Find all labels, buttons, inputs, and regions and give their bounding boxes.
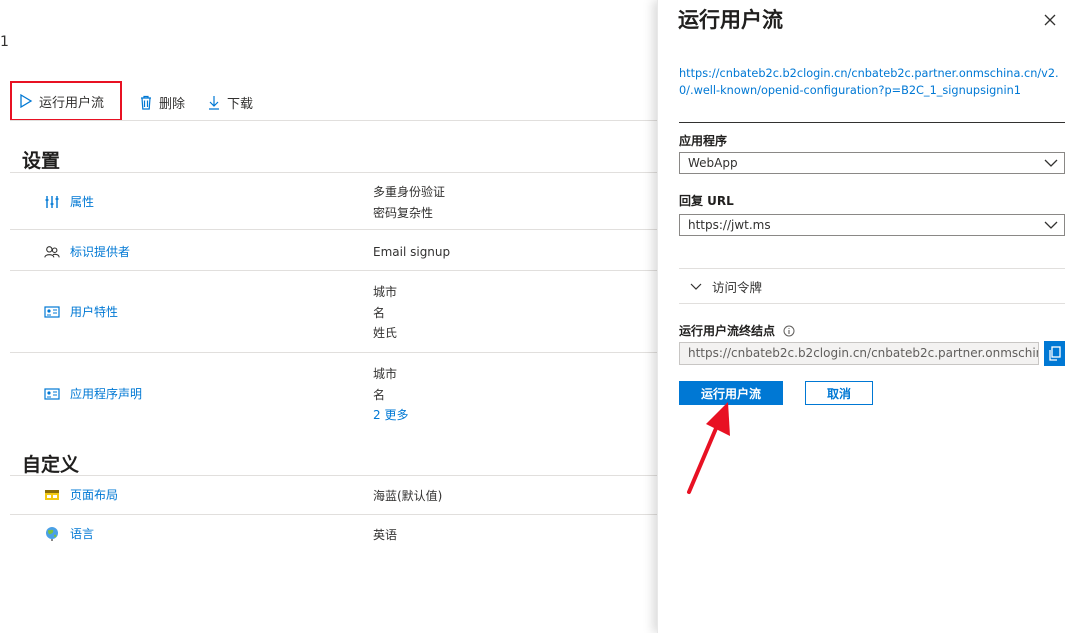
settings-row-user-attributes[interactable]: 用户特性 [44, 303, 118, 320]
settings-row-values: 城市 名 姓氏 [373, 282, 397, 344]
customize-row-label: 语言 [70, 527, 95, 541]
value-line: 姓氏 [373, 326, 398, 340]
settings-row-label: 标识提供者 [70, 245, 131, 259]
customize-row-languages[interactable]: 语言 [44, 525, 94, 542]
row-divider [10, 229, 658, 230]
value-line: 名 [373, 305, 386, 320]
info-icon[interactable] [783, 325, 795, 337]
settings-row-label: 应用程序声明 [70, 387, 143, 401]
run-user-flow-label: 运行用户流 [39, 95, 105, 111]
settings-divider [10, 172, 658, 173]
panel-divider [679, 303, 1065, 304]
reply-url-select-value: https://jwt.ms [688, 218, 771, 232]
chevron-down-icon [1044, 221, 1058, 229]
settings-row-identity-providers[interactable]: 标识提供者 [44, 243, 130, 260]
chevron-down-icon [690, 283, 702, 290]
value-line: 名 [373, 387, 386, 402]
row-divider [10, 270, 658, 271]
value-line: 密码复杂性 [373, 205, 434, 220]
application-select[interactable]: WebApp [679, 152, 1065, 174]
settings-row-values: 多重身份验证 密码复杂性 [373, 182, 445, 223]
endpoint-readonly-field[interactable]: https://cnbateb2c.b2clogin.cn/cnbateb2c.… [679, 342, 1039, 365]
value-line: 城市 [373, 285, 398, 299]
close-icon [1044, 14, 1056, 26]
value-line: 城市 [373, 367, 398, 381]
run-user-flow-button[interactable]: 运行用户流 [10, 81, 122, 121]
settings-row-label: 用户特性 [70, 305, 119, 319]
endpoint-label: 运行用户流终结点 [679, 324, 776, 338]
settings-row-label: 属性 [70, 195, 95, 209]
customize-row-page-layout[interactable]: 页面布局 [44, 486, 118, 503]
settings-row-values: 城市 名 2 更多 [373, 364, 408, 426]
layout-icon [44, 487, 60, 503]
customize-section-title: 自定义 [22, 454, 80, 476]
download-button[interactable]: 下载 [207, 93, 253, 112]
copy-button[interactable] [1044, 341, 1065, 366]
settings-section-title: 设置 [22, 150, 61, 172]
contact-card-icon [44, 386, 60, 402]
close-button[interactable] [1038, 8, 1062, 32]
customize-row-value: 海蓝(默认值) [373, 489, 443, 503]
download-icon [209, 96, 219, 110]
panel-divider [679, 268, 1065, 269]
row-divider [10, 514, 658, 515]
endpoint-label-row: 运行用户流终结点 [679, 322, 795, 339]
play-icon [20, 94, 33, 108]
trash-icon [141, 95, 151, 110]
customize-divider [10, 475, 658, 476]
reply-url-select[interactable]: https://jwt.ms [679, 214, 1065, 236]
settings-row-application-claims[interactable]: 应用程序声明 [44, 385, 142, 402]
copy-icon [1049, 346, 1061, 361]
row-divider [10, 352, 658, 353]
panel-divider [679, 122, 1065, 123]
more-claims-link[interactable]: 2 更多 [373, 405, 408, 426]
application-select-value: WebApp [688, 156, 738, 170]
value-line: 多重身份验证 [373, 185, 446, 199]
customize-row-value: 英语 [373, 528, 398, 542]
contact-card-icon [44, 304, 60, 320]
sliders-icon [44, 194, 60, 210]
application-label: 应用程序 [679, 134, 728, 148]
page-stub-text: 1 [0, 34, 9, 50]
people-icon [44, 244, 60, 260]
access-token-label: 访问令牌 [712, 280, 763, 295]
delete-label: 删除 [159, 97, 186, 112]
delete-button[interactable]: 删除 [139, 93, 185, 112]
customize-row-label: 页面布局 [70, 488, 119, 502]
settings-row-properties[interactable]: 属性 [44, 193, 94, 210]
chevron-down-icon [1044, 159, 1058, 167]
reply-url-label: 回复 URL [679, 194, 734, 208]
openid-configuration-link[interactable]: https://cnbateb2c.b2clogin.cn/cnbateb2c.… [679, 65, 1069, 99]
run-user-flow-panel: 运行用户流 https://cnbateb2c.b2clogin.cn/cnba… [657, 0, 1080, 633]
annotation-arrow [687, 402, 730, 494]
globe-icon [44, 526, 60, 542]
cancel-button[interactable]: 取消 [805, 381, 873, 405]
access-token-expander[interactable]: 访问令牌 [690, 277, 762, 296]
download-label: 下载 [227, 97, 254, 112]
toolbar-divider [10, 120, 658, 121]
settings-row-values: Email signup [373, 242, 450, 263]
panel-title: 运行用户流 [678, 8, 783, 32]
value-line: Email signup [373, 245, 451, 259]
